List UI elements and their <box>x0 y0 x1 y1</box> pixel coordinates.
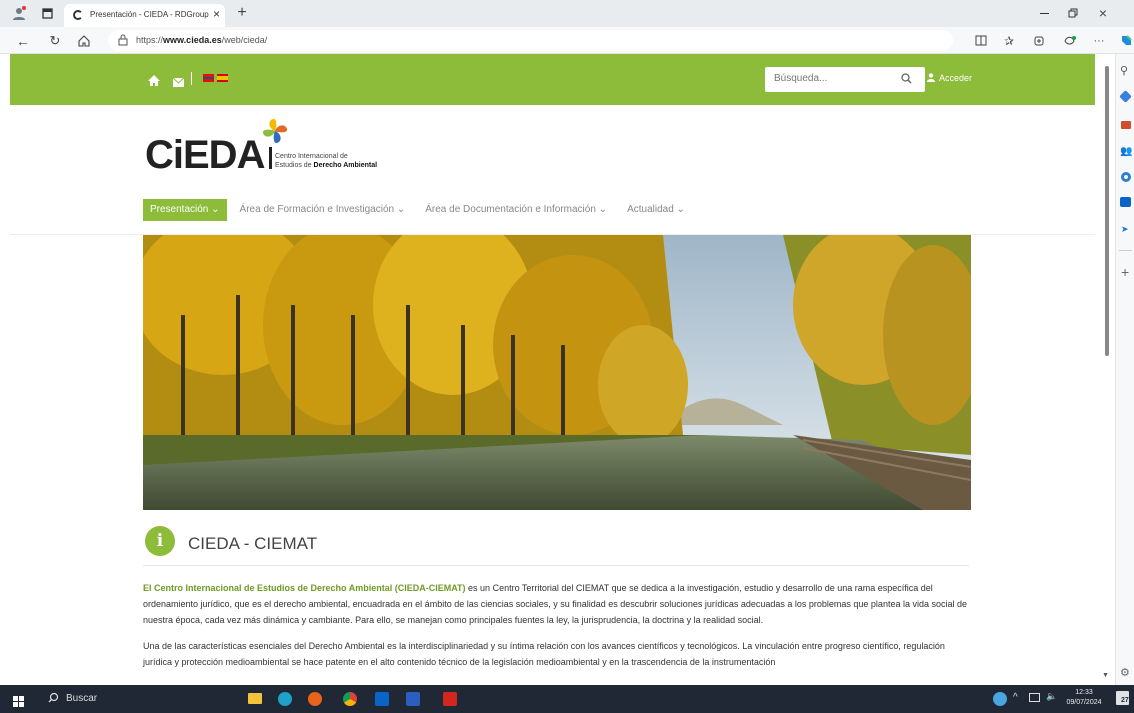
search-placeholder: Búsqueda... <box>774 73 828 84</box>
taskbar-search-icon <box>48 692 59 706</box>
logo-flower-icon <box>262 118 288 144</box>
divider <box>191 72 192 85</box>
url-domain: www.cieda.es <box>163 35 222 45</box>
add-sidebar-icon[interactable]: + <box>1121 264 1129 280</box>
nav-actualidad[interactable]: Actualidad ⌄ <box>620 199 692 221</box>
user-icon <box>927 73 935 84</box>
collections-icon[interactable] <box>1030 32 1048 49</box>
windows-start-icon[interactable] <box>13 694 24 712</box>
spanish-flag-icon[interactable] <box>217 74 228 82</box>
main-nav: Presentación ⌄ Área de Formación e Invest… <box>143 199 698 221</box>
outlook-taskbar-icon[interactable] <box>375 692 389 706</box>
word-icon[interactable] <box>406 692 420 706</box>
clock-date: 09/07/2024 <box>1066 699 1102 706</box>
network-icon[interactable] <box>1029 693 1040 702</box>
restore-icon[interactable] <box>1064 5 1082 21</box>
top-green-bar: Búsqueda... Acceder <box>10 54 1095 105</box>
search-input[interactable]: Búsqueda... <box>765 67 925 92</box>
clock[interactable]: 12:33 09/07/2024 <box>1060 688 1108 708</box>
edge-sidebar: ⚲ 👥 ➤ + ⚙ <box>1115 54 1134 685</box>
address-bar[interactable]: https://www.cieda.es/web/cieda/ <box>108 30 953 51</box>
sidebar-send-icon[interactable]: ➤ <box>1121 224 1129 235</box>
more-menu-icon[interactable]: ··· <box>1090 32 1108 49</box>
clock-time: 12:33 <box>1075 689 1093 696</box>
windows-taskbar: Buscar ^ 🔈 12:33 09/07/2024 27 <box>0 685 1134 713</box>
sidebar-search-icon[interactable]: ⚲ <box>1120 64 1128 77</box>
file-explorer-icon[interactable] <box>248 693 262 704</box>
paragraph-1-lead: El Centro Internacional de Estudios de D… <box>143 583 466 593</box>
logo-subtitle-line2: Estudios de Derecho Ambiental <box>275 162 378 169</box>
search-icon[interactable] <box>901 73 912 87</box>
scroll-down-arrow-icon[interactable]: ▼ <box>1102 672 1109 679</box>
paragraph-1: El Centro Internacional de Estudios de D… <box>143 583 967 625</box>
cieda-logo[interactable]: CiEDA Centro Internacional de Estudios d… <box>145 109 405 189</box>
volume-icon[interactable]: 🔈 <box>1046 691 1057 702</box>
sidebar-settings-icon[interactable]: ⚙ <box>1120 666 1130 679</box>
back-icon[interactable]: ← <box>14 32 32 49</box>
tab-actions-icon[interactable] <box>38 5 56 21</box>
logo-wordmark: CiEDA <box>145 133 265 177</box>
close-window-icon[interactable]: × <box>1094 3 1112 23</box>
copilot-icon[interactable] <box>1118 32 1134 49</box>
minimize-icon[interactable] <box>1035 5 1053 21</box>
page-scrollbar-thumb[interactable] <box>1105 66 1109 356</box>
sidebar-tools-icon[interactable] <box>1121 121 1131 129</box>
edge-taskbar-icon[interactable] <box>278 692 292 706</box>
home-link-icon[interactable] <box>148 73 160 91</box>
outlook-icon[interactable] <box>1120 197 1131 207</box>
login-link[interactable]: Acceder <box>927 73 972 84</box>
logo-subtitle-line1: Centro Internacional de <box>275 153 348 160</box>
chrome-icon[interactable] <box>343 692 357 706</box>
close-tab-icon[interactable]: × <box>213 7 220 21</box>
paragraph-2: Una de las características esenciales de… <box>143 641 945 667</box>
refresh-icon[interactable]: ↻ <box>46 32 64 49</box>
help-icon[interactable] <box>993 692 1007 706</box>
hero-image <box>143 235 971 510</box>
section-title: CIEDA - CIEMAT <box>188 534 318 553</box>
url-prefix: https:// <box>136 35 164 45</box>
taskbar-search[interactable]: Buscar <box>36 685 236 713</box>
browser-essentials-icon[interactable] <box>1060 32 1078 49</box>
nav-formacion[interactable]: Área de Formación e Investigación ⌄ <box>233 199 413 221</box>
firefox-icon[interactable] <box>308 692 322 706</box>
sidebar-tag-icon[interactable] <box>1119 90 1132 103</box>
split-screen-icon[interactable] <box>972 32 990 49</box>
nav-presentacion[interactable]: Presentación ⌄ <box>143 199 227 221</box>
loading-icon <box>73 10 83 20</box>
sidebar-people-icon[interactable]: 👥 <box>1120 146 1132 157</box>
section-divider <box>143 565 969 566</box>
info-badge-icon: i <box>145 526 175 556</box>
english-flag-icon[interactable] <box>203 74 214 82</box>
sidebar-circle-icon[interactable] <box>1121 172 1131 182</box>
tray-chevron-icon[interactable]: ^ <box>1013 692 1018 703</box>
sidebar-divider <box>1119 250 1132 251</box>
site-info-icon[interactable] <box>118 34 128 48</box>
taskbar-search-label: Buscar <box>66 693 98 704</box>
web-page: Búsqueda... Acceder CiEDA Centro Interna… <box>0 54 1101 685</box>
intro-text: El Centro Internacional de Estudios de D… <box>143 580 969 680</box>
mail-icon[interactable] <box>172 74 185 92</box>
favorites-icon[interactable]: ✰ <box>1000 32 1018 49</box>
profile-icon[interactable] <box>10 5 28 21</box>
acrobat-icon[interactable] <box>443 692 457 706</box>
notification-count-badge: 27 <box>1121 697 1129 704</box>
home-icon[interactable] <box>75 32 93 49</box>
url-path: /web/cieda/ <box>221 35 268 45</box>
logo-bar <box>269 147 272 169</box>
browser-tab-bar: Presentación - CIEDA - RDGroup × + × <box>0 0 1134 27</box>
new-tab-button[interactable]: + <box>233 3 251 23</box>
tab-title: Presentación - CIEDA - RDGroup <box>90 10 209 19</box>
tab-cieda[interactable]: Presentación - CIEDA - RDGroup × <box>64 4 225 27</box>
nav-documentacion[interactable]: Área de Documentación e Información ⌄ <box>418 199 614 221</box>
login-label: Acceder <box>939 73 973 83</box>
